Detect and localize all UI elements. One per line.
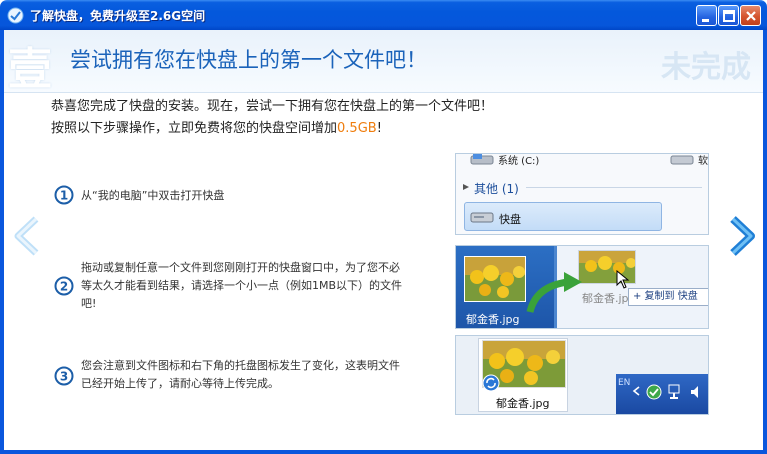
window-title: 了解快盘，免费升级至2.6G空间 xyxy=(30,9,206,23)
step-2-line-3: 吧! xyxy=(81,297,97,310)
tulip-image xyxy=(465,257,525,301)
title-bar[interactable]: 了解快盘，免费升级至2.6G空间 xyxy=(0,0,767,30)
header-divider xyxy=(4,92,763,93)
hard-drive-icon xyxy=(470,154,494,165)
illustration-uploading: 郁金香.jpg EN xyxy=(455,335,709,415)
step-2-line-2: 等太久才能看到结果，请选择一个小一点（例如1MB以下）的文件 xyxy=(81,279,403,292)
content-area: 壹 尝试拥有您在快盘上的第一个文件吧！ 未完成 恭喜您完成了快盘的安装。现在，尝… xyxy=(4,30,763,450)
mouse-cursor-icon xyxy=(616,270,630,289)
intro-line-2-suffix: ! xyxy=(376,121,382,136)
maximize-icon xyxy=(723,10,735,22)
page-title: 尝试拥有您在快盘上的第一个文件吧！ xyxy=(70,48,427,72)
step-1-number-icon: 1 xyxy=(54,185,74,205)
status-badge: 未完成 xyxy=(661,50,751,85)
kuaipan-drive-label: 快盘 xyxy=(499,213,521,226)
step-2-number: 2 xyxy=(60,280,68,294)
step-1-text: 从“我的电脑”中双击打开快盘 xyxy=(81,189,225,202)
illustration-drag-file: 郁金香.jpg 郁金香.jp + 复制到 快盘 xyxy=(455,245,709,329)
window-frame-bottom xyxy=(0,450,767,454)
step-3-line-2: 已经开始上传了，请耐心等待上传完成。 xyxy=(81,377,279,390)
window-frame-right xyxy=(763,30,767,454)
space-amount: 0.5GB xyxy=(337,121,377,136)
kuaipan-drive-icon xyxy=(470,212,494,223)
group-divider xyxy=(526,187,702,188)
network-tray-icon xyxy=(668,384,680,399)
previous-page-button[interactable] xyxy=(10,216,44,256)
close-icon xyxy=(746,11,756,21)
kuaipan-app-icon xyxy=(7,7,24,24)
collapse-triangle-icon xyxy=(463,184,469,190)
copy-to-tooltip: + 复制到 快盘 xyxy=(628,288,708,306)
volume-tray-icon xyxy=(691,386,698,398)
intro-line-2: 按照以下步骤操作，立即免费将您的快盘空间增加0.5GB! xyxy=(51,118,493,140)
step-mark: 壹 xyxy=(8,44,52,95)
maximize-button[interactable] xyxy=(718,5,739,26)
minimize-button[interactable] xyxy=(696,5,717,26)
intro-line-1: 恭喜您完成了快盘的安装。现在，尝试一下拥有您在快盘上的第一个文件吧！ xyxy=(51,99,494,114)
tulip-photo-icon xyxy=(464,256,526,302)
step-3-line-1: 您会注意到文件图标和右下角的托盘图标发生了变化，这表明文件 xyxy=(81,359,400,372)
drag-arrow-icon xyxy=(526,272,582,313)
drive-right-label: 软 xyxy=(698,156,708,167)
step-3-text: 您会注意到文件图标和右下角的托盘图标发生了变化，这表明文件 已经开始上传了，请耐… xyxy=(81,357,400,393)
illustration-my-computer: 系统 (C:) 软 其他 (1) 快盘 xyxy=(455,153,709,235)
intro-text: 恭喜您完成了快盘的安装。现在，尝试一下拥有您在快盘上的第一个文件吧！ 按照以下步… xyxy=(51,96,493,140)
step-1-number: 1 xyxy=(60,189,68,203)
minimize-icon xyxy=(702,19,709,22)
uploading-file-name: 郁金香.jpg xyxy=(496,397,550,410)
source-file-name: 郁金香.jpg xyxy=(466,313,520,326)
target-file-name: 郁金香.jp xyxy=(582,292,629,305)
kuaipan-drive-item: 快盘 xyxy=(464,202,662,231)
intro-line-2-prefix: 按照以下步骤操作，立即免费将您的快盘空间增加 xyxy=(51,121,338,136)
drive-c-label: 系统 (C:) xyxy=(498,156,540,167)
kuaipan-tray-icon xyxy=(646,384,662,400)
step-2-line-1: 拖动或复制任意一个文件到您刚刚打开的快盘窗口中，为了您不必 xyxy=(81,261,400,274)
language-indicator: EN xyxy=(618,378,631,388)
step-3-number-icon: 3 xyxy=(54,366,74,386)
close-button[interactable] xyxy=(740,5,761,26)
tray-expand-icon xyxy=(632,386,640,396)
sync-icon xyxy=(482,374,500,392)
system-tray: EN xyxy=(616,374,708,414)
hard-drive-icon xyxy=(670,155,694,165)
next-page-button[interactable] xyxy=(725,216,759,256)
step-2-text: 拖动或复制任意一个文件到您刚刚打开的快盘窗口中，为了您不必 等太久才能看到结果，… xyxy=(81,259,402,313)
group-other-label: 其他 (1) xyxy=(474,182,519,196)
step-3-number: 3 xyxy=(60,370,68,384)
step-2-number-icon: 2 xyxy=(54,276,74,296)
